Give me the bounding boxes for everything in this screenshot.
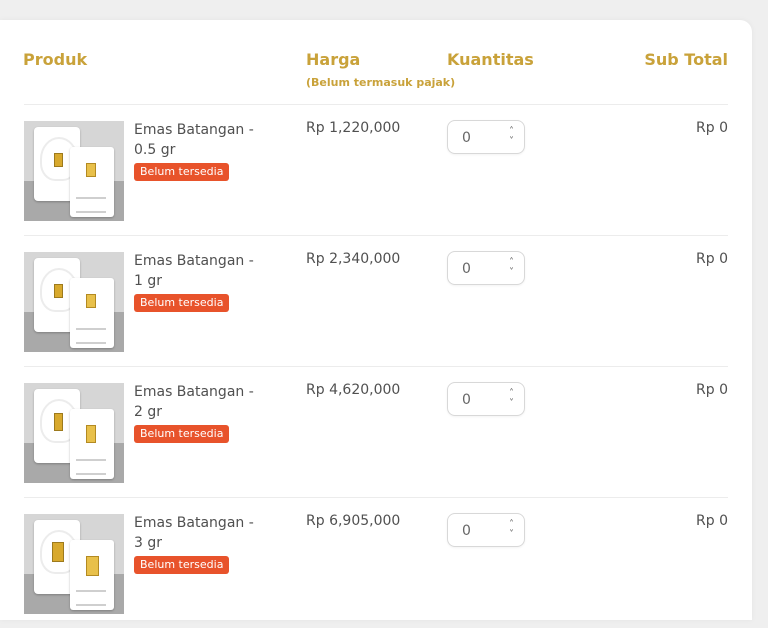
spinner-arrows-icon[interactable]: ˄ ˅ bbox=[509, 389, 514, 409]
header-harga-note: (Belum termasuk pajak) bbox=[306, 76, 456, 89]
status-badge: Belum tersedia bbox=[134, 163, 230, 181]
product-price: Rp 2,340,000 bbox=[306, 251, 401, 267]
status-badge: Belum tersedia bbox=[134, 556, 230, 574]
product-subtotal: Rp 0 bbox=[696, 513, 728, 529]
product-image[interactable] bbox=[24, 252, 124, 352]
spinner-arrows-icon[interactable]: ˄ ˅ bbox=[509, 127, 514, 147]
product-subtotal: Rp 0 bbox=[696, 120, 728, 136]
spinner-arrows-icon[interactable]: ˄ ˅ bbox=[509, 258, 514, 278]
product-image[interactable] bbox=[24, 121, 124, 221]
product-subtotal: Rp 0 bbox=[696, 251, 728, 267]
table-row: Emas Batangan - 1 gr Belum tersedia Rp 2… bbox=[24, 235, 728, 366]
table-header: Produk Harga (Belum termasuk pajak) Kuan… bbox=[0, 50, 752, 104]
product-name[interactable]: Emas Batangan - 0.5 gr bbox=[134, 120, 264, 160]
header-sub-total: Sub Total bbox=[644, 50, 728, 69]
quantity-input[interactable] bbox=[460, 522, 504, 540]
quantity-input[interactable] bbox=[460, 260, 504, 278]
status-badge: Belum tersedia bbox=[134, 294, 230, 312]
quantity-stepper[interactable]: ˄˅ bbox=[447, 251, 525, 285]
product-image[interactable] bbox=[24, 514, 124, 614]
product-name[interactable]: Emas Batangan - 1 gr bbox=[134, 251, 264, 291]
quantity-stepper[interactable]: ˄˅ bbox=[447, 513, 525, 547]
header-kuantitas: Kuantitas bbox=[447, 50, 534, 69]
product-price: Rp 1,220,000 bbox=[306, 120, 401, 136]
table-row: Emas Batangan - 3 gr Belum tersedia Rp 6… bbox=[24, 497, 728, 628]
product-name[interactable]: Emas Batangan - 3 gr bbox=[134, 513, 264, 553]
product-name[interactable]: Emas Batangan - 2 gr bbox=[134, 382, 264, 422]
quantity-input[interactable] bbox=[460, 391, 504, 409]
spinner-arrows-icon[interactable]: ˄ ˅ bbox=[509, 520, 514, 540]
table-row: Emas Batangan - 0.5 gr Belum tersedia Rp… bbox=[24, 104, 728, 235]
product-subtotal: Rp 0 bbox=[696, 382, 728, 398]
product-image[interactable] bbox=[24, 383, 124, 483]
product-price: Rp 4,620,000 bbox=[306, 382, 401, 398]
header-harga: Harga bbox=[306, 50, 361, 69]
header-produk: Produk bbox=[23, 50, 88, 69]
product-price: Rp 6,905,000 bbox=[306, 513, 401, 529]
status-badge: Belum tersedia bbox=[134, 425, 230, 443]
quantity-stepper[interactable]: ˄˅ bbox=[447, 120, 525, 154]
quantity-input[interactable] bbox=[460, 129, 504, 147]
product-table-card: Produk Harga (Belum termasuk pajak) Kuan… bbox=[0, 20, 752, 620]
quantity-stepper[interactable]: ˄˅ bbox=[447, 382, 525, 416]
table-row: Emas Batangan - 2 gr Belum tersedia Rp 4… bbox=[24, 366, 728, 497]
